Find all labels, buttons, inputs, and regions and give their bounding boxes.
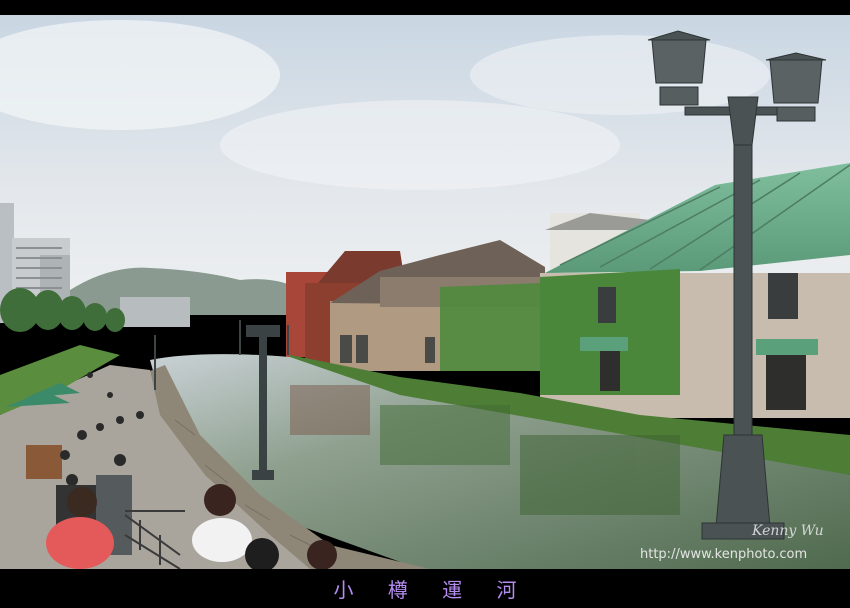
caption-text: 小 樽 運 河 xyxy=(333,578,531,602)
person-red-shirt xyxy=(46,517,114,569)
door xyxy=(600,351,620,391)
lantern xyxy=(769,59,823,104)
person-camera xyxy=(192,518,252,562)
website-watermark: http://www.kenphoto.com xyxy=(640,547,808,562)
door xyxy=(766,355,806,410)
ivy-wall-mid xyxy=(440,283,540,371)
window xyxy=(768,273,798,319)
awning xyxy=(580,337,628,351)
photo-frame: Kenny Wu http://www.kenphoto.com 小 樽 運 河 xyxy=(0,0,850,608)
cloud xyxy=(470,35,770,115)
window xyxy=(598,287,616,323)
caption-bar: 小 樽 運 河 xyxy=(0,569,850,608)
cloud xyxy=(220,100,620,190)
awning xyxy=(756,339,818,355)
otaru-canal-photo xyxy=(0,15,850,569)
photographer-signature: Kenny Wu xyxy=(752,523,824,539)
lantern xyxy=(651,39,707,84)
